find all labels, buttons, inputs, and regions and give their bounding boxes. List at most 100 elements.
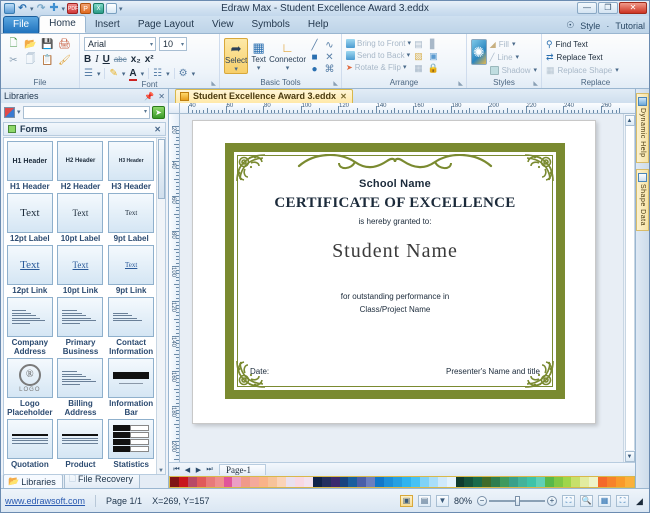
palette-swatch[interactable] — [447, 477, 456, 487]
last-page-icon[interactable]: ⏭ — [204, 466, 215, 474]
rectangle-icon[interactable]: ■ — [311, 52, 317, 63]
position-icon[interactable]: ▧ — [414, 51, 423, 62]
library-shape-thumbnail[interactable] — [108, 419, 154, 459]
document-page[interactable]: School Name CERTIFICATE OF EXCELLENCE is… — [192, 120, 596, 424]
palette-swatch[interactable] — [456, 477, 465, 487]
palette-swatch[interactable] — [411, 477, 420, 487]
palette-swatch[interactable] — [250, 477, 259, 487]
palette-swatch[interactable] — [518, 477, 527, 487]
library-shape-thumbnail[interactable]: H1 Header — [7, 141, 53, 181]
library-shape-item[interactable]: Text10pt Link — [57, 245, 105, 295]
palette-swatch[interactable] — [277, 477, 286, 487]
bullets-icon[interactable]: ☰ — [84, 68, 93, 79]
library-shape-thumbnail[interactable]: Text — [57, 245, 103, 285]
italic-button[interactable]: I — [95, 54, 98, 65]
curve-icon[interactable]: ∿ — [325, 40, 333, 51]
library-shape-item[interactable]: Text12pt Link — [6, 245, 54, 295]
library-shape-thumbnail[interactable] — [108, 358, 154, 398]
list-dropdown-icon[interactable]: ▾ — [192, 70, 196, 78]
line-button[interactable]: ╱ Line ▾ — [490, 52, 537, 63]
rotate-flip-button[interactable]: ➤ Rotate & Flip ▾ — [346, 62, 411, 73]
lock-icon[interactable]: 🔒 — [428, 63, 439, 74]
certificate-school-name[interactable]: School Name — [234, 178, 556, 190]
copy-icon[interactable]: 🗍 — [24, 53, 38, 67]
library-color-dropdown-icon[interactable]: ▾ — [17, 108, 21, 116]
palette-swatch[interactable] — [420, 477, 429, 487]
section-close-icon[interactable]: ✕ — [154, 125, 161, 134]
full-screen-icon[interactable]: ⛶ — [616, 495, 629, 507]
library-shape-thumbnail[interactable] — [57, 297, 103, 337]
zoom-thumb[interactable] — [515, 496, 520, 506]
canvas-vertical-scrollbar[interactable]: ▲ ▼ — [623, 114, 635, 462]
shadow-dropdown-icon[interactable]: ▾ — [533, 65, 537, 76]
minimize-button[interactable]: — — [577, 2, 597, 14]
tab-dynamic-help[interactable]: Dynamic Help — [636, 93, 649, 163]
tab-help[interactable]: Help — [299, 17, 338, 33]
format-painter-icon[interactable]: 🖌 — [58, 53, 72, 67]
library-shape-thumbnail[interactable] — [57, 358, 103, 398]
library-search-dropdown-icon[interactable]: ▾ — [144, 108, 147, 115]
palette-swatch[interactable] — [304, 477, 313, 487]
library-shape-thumbnail[interactable]: Text — [108, 193, 154, 233]
library-shape-item[interactable]: Text10pt Label — [57, 193, 105, 243]
library-shape-thumbnail[interactable]: Text — [7, 193, 53, 233]
bold-button[interactable]: B — [84, 54, 91, 65]
ellipse-icon[interactable]: ● — [311, 64, 317, 75]
palette-swatch[interactable] — [357, 477, 366, 487]
replace-shape-dropdown-icon[interactable]: ▾ — [615, 65, 619, 76]
zoom-out-button[interactable]: − — [477, 496, 487, 506]
library-shape-item[interactable]: ®LOGOLogo Placeholder — [6, 358, 54, 417]
tab-file[interactable]: File — [3, 16, 39, 33]
scroll-down-icon[interactable]: ▼ — [158, 468, 164, 474]
bullets-dropdown-icon[interactable]: ▾ — [97, 70, 101, 78]
library-shape-item[interactable]: Text9pt Label — [107, 193, 155, 243]
palette-swatch[interactable] — [170, 477, 179, 487]
library-shape-item[interactable]: Quotation — [6, 419, 54, 469]
font-color-icon[interactable]: A — [129, 68, 136, 79]
library-shape-thumbnail[interactable]: Text — [108, 245, 154, 285]
palette-swatch[interactable] — [482, 477, 491, 487]
palette-swatch[interactable] — [571, 477, 580, 487]
palette-swatch[interactable] — [598, 477, 607, 487]
resize-grip-icon[interactable]: ◢ — [636, 496, 645, 505]
library-shape-thumbnail[interactable] — [7, 419, 53, 459]
palette-swatch[interactable] — [215, 477, 224, 487]
strikethrough-button[interactable]: abc — [114, 55, 127, 64]
align-icon[interactable]: ☷ — [153, 68, 162, 79]
superscript-button[interactable]: x² — [145, 54, 154, 65]
close-icon[interactable]: ✕ — [158, 92, 165, 101]
palette-swatch[interactable] — [500, 477, 509, 487]
underline-button[interactable]: U — [103, 54, 110, 65]
library-shape-item[interactable]: H2 HeaderH2 Header — [57, 141, 105, 191]
font-family-input[interactable]: Arial ▾ — [84, 37, 156, 51]
palette-swatch[interactable] — [527, 477, 536, 487]
tutorial-icon[interactable]: · — [606, 21, 609, 31]
open-icon[interactable]: 📂 — [24, 37, 38, 51]
close-x-icon[interactable]: ✕ — [325, 52, 333, 63]
library-shape-item[interactable]: Company Address — [6, 297, 54, 356]
palette-swatch[interactable] — [589, 477, 598, 487]
basic-tools-dialog-launcher-icon[interactable]: ◣ — [333, 80, 338, 87]
find-text-button[interactable]: ⚲ Find Text — [546, 39, 619, 50]
palette-swatch[interactable] — [197, 477, 206, 487]
quick-style-icon[interactable]: ✺ — [471, 39, 487, 65]
palette-swatch[interactable] — [206, 477, 215, 487]
vertical-scroll-track[interactable] — [625, 126, 635, 450]
palette-swatch[interactable] — [580, 477, 589, 487]
replace-text-button[interactable]: ⇄ Replace Text — [546, 52, 619, 63]
align-icon[interactable]: ▤ — [414, 39, 423, 50]
palette-swatch[interactable] — [438, 477, 447, 487]
palette-swatch[interactable] — [348, 477, 357, 487]
filter-icon[interactable]: ▼ — [436, 495, 449, 507]
library-shape-item[interactable]: Text12pt Label — [6, 193, 54, 243]
palette-swatch[interactable] — [625, 477, 634, 487]
fill-button[interactable]: ◢ Fill ▾ — [490, 39, 537, 50]
prev-page-icon[interactable]: ◀ — [182, 466, 193, 474]
library-shape-item[interactable]: Information Bar — [107, 358, 155, 417]
grid-icon[interactable]: ▦ — [414, 63, 423, 74]
tab-shape-data[interactable]: Shape Data — [636, 169, 649, 231]
palette-swatch[interactable] — [464, 477, 473, 487]
library-shape-item[interactable]: Text9pt Link — [107, 245, 155, 295]
styles-dialog-launcher-icon[interactable]: ◣ — [533, 80, 538, 87]
select-tool-button[interactable]: ➦ Select ▾ — [224, 38, 248, 74]
